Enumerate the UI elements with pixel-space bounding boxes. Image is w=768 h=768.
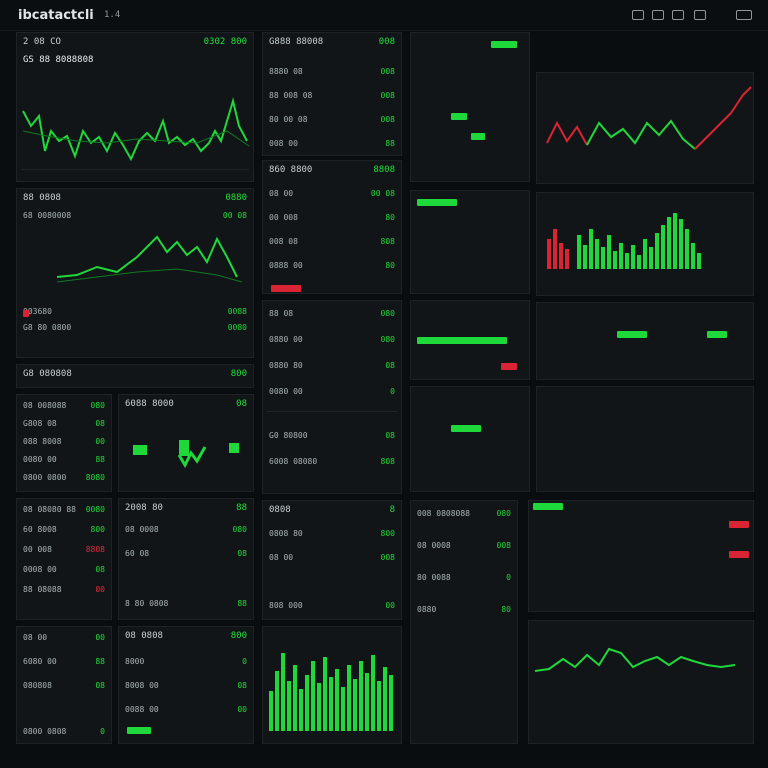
panel-ticker-list[interactable]: 860 8800 8808 08 00 00 08 00 008 80 008 08… [262, 160, 402, 294]
list-item: 8880 08 008 [269, 67, 395, 76]
list-item: 80 00 08 008 [269, 115, 395, 124]
list-item: 60 08 08 [125, 549, 247, 558]
list-item: 0080 00 0 [269, 387, 395, 396]
panel-signal-2[interactable] [410, 386, 530, 492]
panel-volume-chart[interactable] [262, 626, 402, 744]
list-item: 8008 00 08 [125, 681, 247, 690]
mini-bar-chart [133, 440, 239, 469]
list-item: 68 0080008 00 08 [23, 211, 247, 220]
panel-trades[interactable]: 0808 8 0808 80 800 08 00 008 808 000 00 [262, 500, 402, 620]
down-marker [23, 310, 29, 317]
panel-value: 0302 800 [203, 37, 247, 47]
panel-quotes-2[interactable] [410, 190, 530, 294]
list-item: 80 0088 0 [417, 573, 511, 582]
list-item: 08 00 00 [23, 633, 105, 642]
spectrum-chart [547, 213, 701, 269]
list-item: 008 00 88 [269, 139, 395, 148]
list-item: 08 08080 88 0080 [23, 505, 105, 514]
panel-main-chart[interactable]: 2 08 CO 0302 800 GS 88 8088808 [16, 32, 254, 182]
app-version: 1.4 [104, 10, 121, 20]
list-item: 008 08 808 [269, 237, 395, 246]
panel-trend-chart[interactable]: 88 0808 0880 68 0080008 00 08 003680 0088 … [16, 188, 254, 358]
volume-bars-chart [269, 653, 393, 731]
list-item: 0080 00 88 [23, 455, 105, 464]
list-item: 6080 00 88 [23, 657, 105, 666]
panel-positions-right[interactable] [528, 500, 754, 612]
panel-orderbook[interactable]: 08 0808 800 8000 0 8008 00 08 0088 00 00 [118, 626, 254, 744]
list-item: 808 000 00 [269, 601, 395, 610]
window-icon[interactable] [652, 10, 664, 20]
list-item: G0 80800 08 [269, 431, 395, 440]
menu-icon[interactable] [736, 10, 752, 20]
panel-candles[interactable] [536, 72, 754, 184]
list-item: 0880 00 080 [269, 335, 395, 344]
list-item: 8000 0 [125, 657, 247, 666]
list-item: 00 008 8808 [23, 545, 105, 554]
panel-history[interactable]: 008 0808088 080 08 0008 008 80 0088 0 0880 8… [410, 500, 518, 744]
panel-left-list[interactable]: 08 008088 080 G808 08 08 088 8008 00 0080 0… [16, 394, 112, 492]
panel-left-bottom[interactable]: 08 00 00 6080 00 88 080808 08 0800 0808 0 [16, 626, 112, 744]
list-item: 08 0008 080 [125, 525, 247, 534]
panel-histogram[interactable] [536, 192, 754, 296]
list-item: 60 8008 800 [23, 525, 105, 534]
mixed-line-chart [546, 86, 752, 150]
user-icon[interactable] [694, 10, 706, 20]
list-item: 003680 0088 [23, 307, 247, 316]
trading-dashboard: ibcatactcli 1.4 2 08 CO 0302 800 GS 88 8… [0, 0, 768, 768]
list-item: 88 08088 00 [23, 585, 105, 594]
list-item: 88 08 080 [269, 309, 395, 318]
list-item: 8 80 0808 88 [125, 599, 247, 608]
list-item: 08 008088 080 [23, 401, 105, 410]
sell-bar [271, 285, 301, 292]
title-bar: ibcatactcli 1.4 [0, 0, 768, 31]
panel-signal[interactable] [410, 300, 530, 380]
panel-summary-strip: G8 080808 800 [16, 364, 254, 388]
list-item: 0008 00 08 [23, 565, 105, 574]
divider [21, 169, 249, 170]
app-title: ibcatactcli [18, 8, 94, 23]
panel-title: 2 08 CO [23, 37, 61, 47]
panel-orders-right-2[interactable] [536, 386, 754, 492]
copy-icon[interactable] [672, 10, 684, 20]
list-item: 0088 00 00 [125, 705, 247, 714]
list-item: 0800 0800 8080 [23, 473, 105, 482]
list-item: 6008 08080 808 [269, 457, 395, 466]
panel-line-bottom[interactable] [528, 620, 754, 744]
list-item: 00 008 80 [269, 213, 395, 222]
price-line-chart [22, 97, 250, 162]
volume-bar [127, 727, 151, 734]
list-item: 0888 00 80 [269, 261, 395, 270]
list-item: 08 00 008 [269, 553, 395, 562]
panel-title: 88 0808 [23, 193, 61, 203]
list-item: 088 8008 00 [23, 437, 105, 446]
grid-icon[interactable] [632, 10, 644, 20]
list-item: G808 08 08 [23, 419, 105, 428]
list-item: 0880 80 08 [269, 361, 395, 370]
list-item: G8 80 0800 0080 [23, 323, 247, 332]
panel-mini-chart[interactable]: 6088 8000 08 [118, 394, 254, 492]
panel-market-depth[interactable]: 88 08 080 0880 00 080 0880 80 08 0080 00 0 G… [262, 300, 402, 494]
list-item: 08 0008 008 [417, 541, 511, 550]
panel-left-orders[interactable]: 08 08080 88 0080 60 8008 800 00 008 8808 00… [16, 498, 112, 620]
list-item: 0808 80 800 [269, 529, 395, 538]
list-item: 0880 80 [417, 605, 511, 614]
list-item: 88 008 08 008 [269, 91, 395, 100]
chart-title: GS 88 8088808 [23, 55, 94, 65]
trend-line-chart [56, 235, 243, 283]
panel-quotes[interactable] [410, 32, 530, 182]
bottom-line-chart [534, 647, 736, 672]
panel-orders-right[interactable] [536, 302, 754, 380]
panel-value: 0880 [225, 193, 247, 203]
panel-watchlist[interactable]: G888 88008 008 8880 08 008 88 008 08 008 8… [262, 32, 402, 156]
list-item: 080808 08 [23, 681, 105, 690]
panel-position[interactable]: 2008 80 88 08 0008 080 60 08 08 8 80 0808 8… [118, 498, 254, 620]
list-item: 08 00 00 08 [269, 189, 395, 198]
list-item: 0800 0808 0 [23, 727, 105, 736]
list-item: 008 0808088 080 [417, 509, 511, 518]
